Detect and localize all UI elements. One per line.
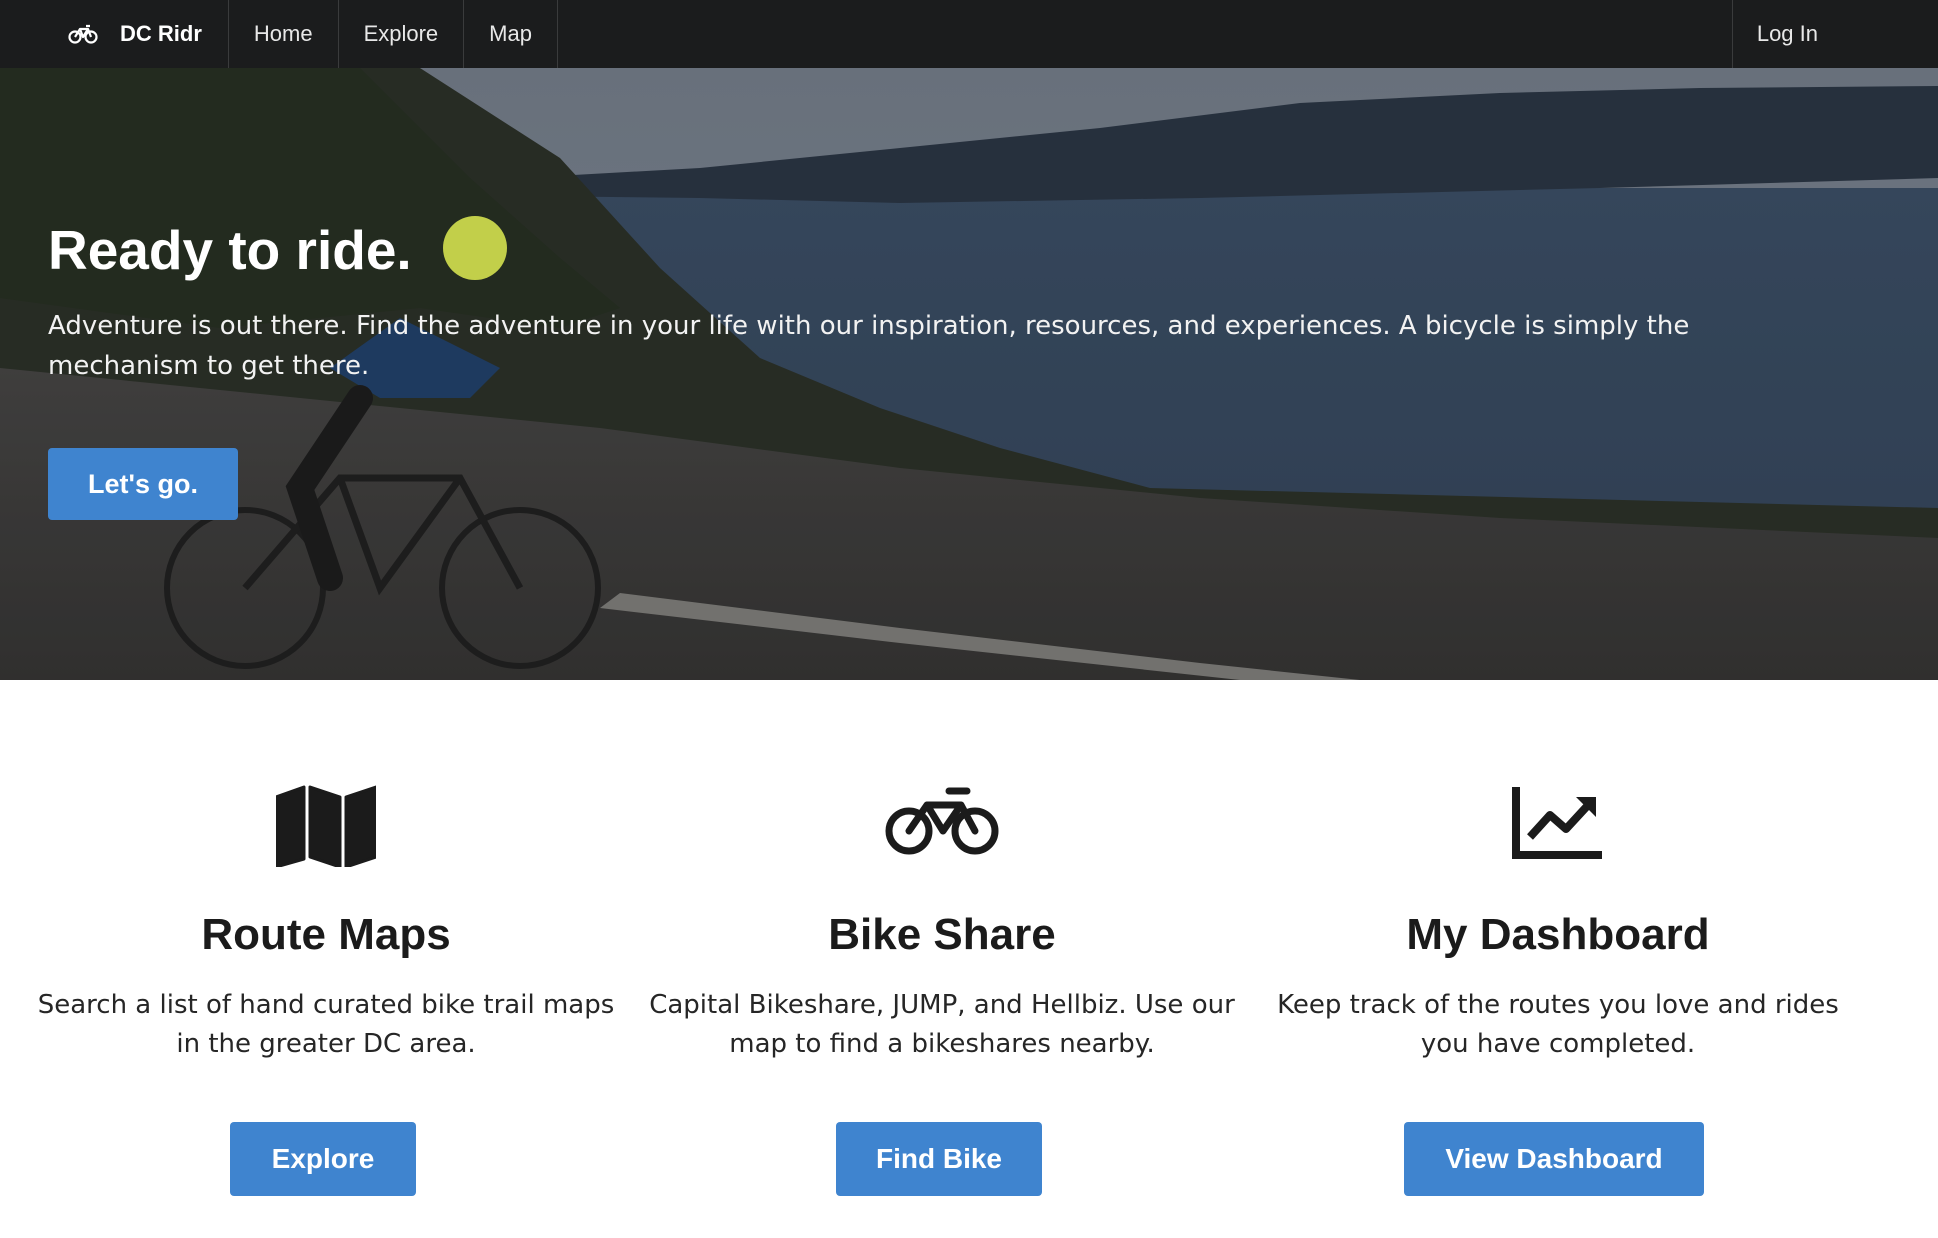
find-bike-button[interactable]: Find Bike xyxy=(836,1122,1042,1196)
feature-icon-wrap xyxy=(1258,785,1858,875)
lets-go-button[interactable]: Let's go. xyxy=(48,448,238,520)
feature-icon-wrap xyxy=(26,785,626,875)
features-section: Route Maps Search a list of hand curated… xyxy=(0,680,1938,1238)
feature-title: Route Maps xyxy=(201,910,451,959)
feature-description: Capital Bikeshare, JUMP, and Hellbiz. Us… xyxy=(649,990,1235,1059)
feature-description: Search a list of hand curated bike trail… xyxy=(37,990,615,1059)
bicycle-icon xyxy=(68,24,98,44)
brand-link[interactable]: DC Ridr xyxy=(0,0,229,68)
feature-icon-wrap xyxy=(642,785,1242,875)
login-link[interactable]: Log In xyxy=(1733,0,1938,68)
brand-name: DC Ridr xyxy=(120,21,202,46)
nav-home[interactable]: Home xyxy=(229,0,339,68)
nav-explore[interactable]: Explore xyxy=(339,0,465,68)
nav-spacer xyxy=(558,0,1733,68)
nav-map[interactable]: Map xyxy=(464,0,558,68)
feature-title: Bike Share xyxy=(828,910,1056,959)
hero-banner: Ready to ride. Adventure is out there. F… xyxy=(0,68,1938,680)
chart-line-icon xyxy=(1512,787,1602,859)
bicycle-icon xyxy=(885,787,999,855)
hero-subtitle: Adventure is out there. Find the adventu… xyxy=(48,311,1690,381)
map-icon xyxy=(276,785,376,867)
feature-title: My Dashboard xyxy=(1406,910,1710,959)
feature-description: Keep track of the routes you love and ri… xyxy=(1277,990,1839,1059)
explore-button[interactable]: Explore xyxy=(230,1122,416,1196)
view-dashboard-button[interactable]: View Dashboard xyxy=(1404,1122,1704,1196)
top-navbar: DC Ridr Home Explore Map Log In xyxy=(0,0,1938,68)
hero-title: Ready to ride. xyxy=(48,219,412,281)
